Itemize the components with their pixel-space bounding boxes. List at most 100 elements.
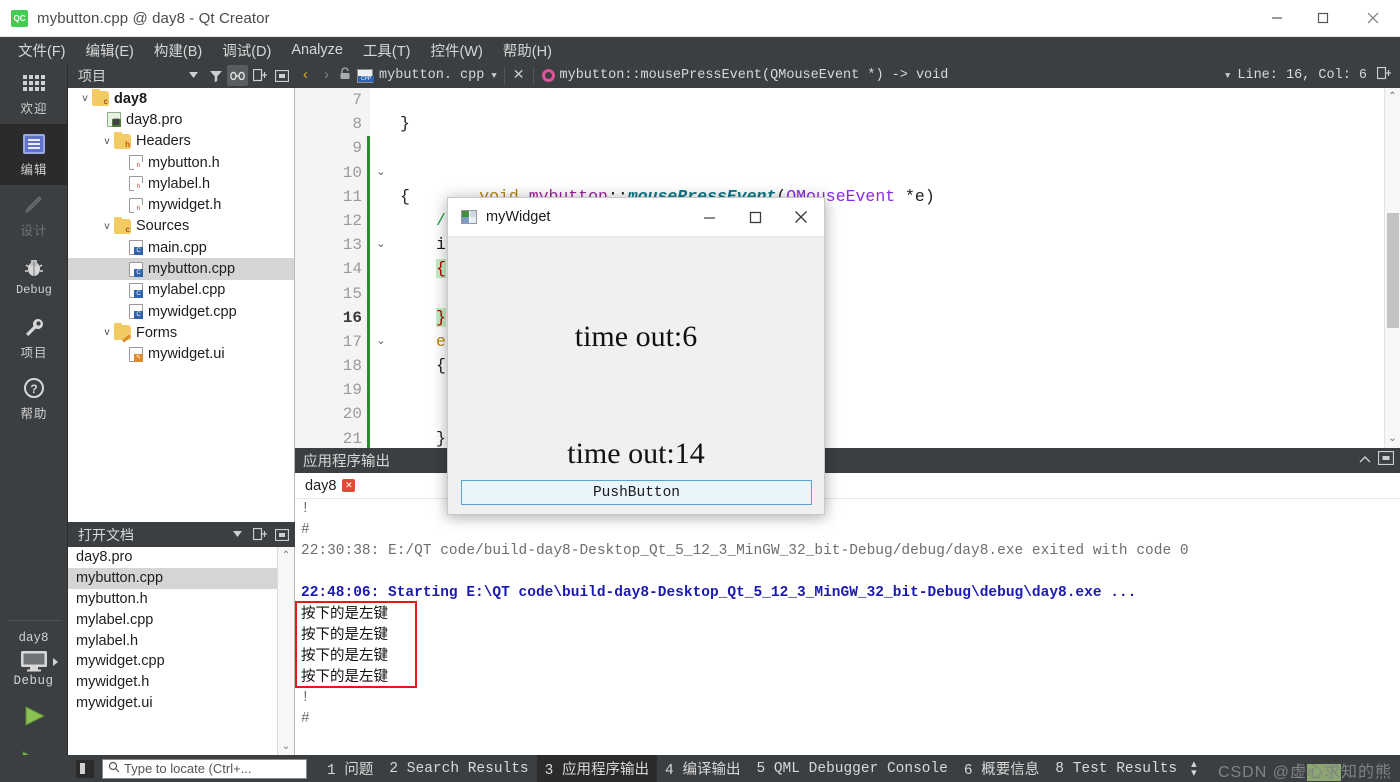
mode-design[interactable]: 设计 <box>0 185 68 246</box>
status-tab-search[interactable]: 2 Search Results <box>381 758 536 780</box>
tree-item-headers[interactable]: v Headers <box>68 131 294 152</box>
tree-item-mywidget-h[interactable]: h mywidget.h <box>68 194 294 215</box>
status-tab-app-output[interactable]: 3 应用程序输出 <box>536 755 658 782</box>
menu-window[interactable]: 控件(W) <box>420 38 492 63</box>
tree-item-sources[interactable]: v Sources <box>68 216 294 237</box>
filter-icon[interactable] <box>205 65 226 86</box>
navigate-back-icon[interactable]: ‹ <box>295 67 316 84</box>
output-pane-spinner-icon[interactable]: ▴ ▾ <box>1185 758 1197 778</box>
expand-all-icon[interactable] <box>249 65 270 86</box>
chevron-down-icon[interactable]: ▼ <box>1218 71 1237 81</box>
project-tree[interactable]: v day8 ⬛ day8.pro v Headers h mybutton.h… <box>68 88 295 522</box>
application-output-text[interactable]: ! # 22:30:38: E:/QT code/build-day8-Desk… <box>295 499 1400 755</box>
status-tab-test-results[interactable]: 8 Test Results <box>1047 758 1185 780</box>
close-icon[interactable] <box>1346 0 1400 37</box>
open-doc-item[interactable]: mylabel.cpp <box>68 609 278 630</box>
open-doc-item[interactable]: mybutton.h <box>68 589 278 610</box>
menu-help[interactable]: 帮助(H) <box>493 38 562 63</box>
tree-item-mywidget-ui[interactable]: ✎ mywidget.ui <box>68 344 294 365</box>
menu-debug[interactable]: 调试(D) <box>212 38 281 63</box>
chevron-down-icon[interactable] <box>183 65 204 86</box>
fold-toggle-icon[interactable]: ⌄ <box>374 233 388 257</box>
open-doc-item[interactable]: mywidget.cpp <box>68 651 278 672</box>
tree-item-mybutton-cpp[interactable]: C mybutton.cpp <box>68 258 294 280</box>
open-documents-list[interactable]: day8.pro mybutton.cpp mybutton.h mylabel… <box>68 547 295 755</box>
push-button[interactable]: PushButton <box>461 480 812 505</box>
mode-edit[interactable]: 编辑 <box>0 124 68 185</box>
status-tab-issues[interactable]: 1 问题 <box>319 755 381 782</box>
link-icon[interactable] <box>227 65 248 86</box>
close-tab-icon[interactable]: ✕ <box>342 479 356 492</box>
search-input[interactable]: Type to locate (Ctrl+... <box>102 758 307 779</box>
mode-projects[interactable]: 项目 <box>0 307 68 368</box>
tree-item-main-cpp[interactable]: C main.cpp <box>68 237 294 258</box>
scroll-down-icon[interactable]: ⌄ <box>1388 433 1396 445</box>
chevron-down-icon[interactable] <box>227 524 248 545</box>
line-number: 12 <box>342 211 362 230</box>
menu-edit[interactable]: 编辑(E) <box>76 38 144 63</box>
toggle-sidebar-icon[interactable] <box>76 759 94 778</box>
dialog-close-icon[interactable] <box>778 198 824 237</box>
editor-symbol-selector[interactable]: mybutton::mousePressEvent(QMouseEvent *)… <box>560 68 949 83</box>
output-line: 按下的是左键 <box>301 627 388 643</box>
chevron-down-icon[interactable]: v <box>100 221 114 232</box>
fold-toggle-icon[interactable]: ⌄ <box>374 330 388 354</box>
fold-toggle-icon[interactable]: ⌄ <box>374 161 388 185</box>
tree-item-mylabel-h[interactable]: h mylabel.h <box>68 173 294 194</box>
tree-item-mywidget-cpp[interactable]: C mywidget.cpp <box>68 301 294 322</box>
split-editor-icon[interactable] <box>1367 66 1400 85</box>
close-panel-icon[interactable] <box>271 524 292 545</box>
qt-creator-logo-icon: QC <box>11 9 28 27</box>
chevron-down-icon[interactable]: v <box>78 93 92 104</box>
menu-file[interactable]: 文件(F) <box>8 38 76 63</box>
scroll-up-icon[interactable]: ⌃ <box>1388 91 1396 103</box>
editor-file-name[interactable]: mybutton. cpp <box>379 68 484 83</box>
navigate-forward-icon[interactable]: › <box>316 67 337 84</box>
chevron-down-icon[interactable]: ▼ <box>484 71 503 81</box>
maximize-pane-icon[interactable] <box>1377 450 1395 470</box>
tree-item-label: Sources <box>136 218 190 235</box>
kit-selector[interactable]: day8 Debug <box>0 621 67 688</box>
menu-tools[interactable]: 工具(T) <box>353 38 421 63</box>
open-doc-item[interactable]: mybutton.cpp <box>68 567 278 589</box>
run-icon[interactable] <box>20 704 48 733</box>
open-documents-scrollbar[interactable]: ⌃ ⌄ <box>277 547 294 755</box>
tree-item-day8-pro[interactable]: ⬛ day8.pro <box>68 109 294 130</box>
chevron-down-icon[interactable]: v <box>100 136 114 147</box>
chevron-down-icon[interactable]: v <box>100 327 114 338</box>
status-tab-compile[interactable]: 4 编译输出 <box>657 755 748 782</box>
window-title: mybutton.cpp @ day8 - Qt Creator <box>37 9 270 27</box>
status-tab-qml-debugger[interactable]: 5 QML Debugger Console <box>748 758 955 780</box>
lock-icon[interactable] <box>339 66 351 85</box>
close-panel-icon[interactable] <box>271 65 292 86</box>
open-doc-item[interactable]: mywidget.h <box>68 672 278 693</box>
mode-welcome[interactable]: 欢迎 <box>0 63 68 124</box>
expand-all-icon[interactable] <box>249 524 270 545</box>
scroll-up-icon[interactable]: ⌃ <box>282 550 290 561</box>
menu-analyze[interactable]: Analyze <box>281 40 353 60</box>
mode-debug[interactable]: Debug <box>0 246 68 307</box>
tree-item-forms[interactable]: v Forms <box>68 322 294 343</box>
dialog-maximize-icon[interactable] <box>732 198 778 237</box>
tree-item-mybutton-h[interactable]: h mybutton.h <box>68 152 294 173</box>
maximize-icon[interactable] <box>1300 0 1346 37</box>
editor-scrollbar[interactable]: ⌃ ⌄ <box>1384 88 1400 448</box>
mywidget-dialog[interactable]: myWidget time out:6 time out:14 PushButt… <box>447 197 825 515</box>
tree-item-day8[interactable]: v day8 <box>68 88 294 109</box>
dialog-minimize-icon[interactable] <box>686 198 732 237</box>
open-doc-item[interactable]: mylabel.h <box>68 630 278 651</box>
line-number: 9 <box>352 139 362 158</box>
close-document-icon[interactable]: ✕ <box>505 67 533 84</box>
open-doc-item[interactable]: day8.pro <box>68 547 278 568</box>
menu-build[interactable]: 构建(B) <box>144 38 212 63</box>
collapse-icon[interactable] <box>1358 452 1372 470</box>
status-tab-summary[interactable]: 6 概要信息 <box>956 755 1047 782</box>
scroll-down-icon[interactable]: ⌄ <box>282 741 290 752</box>
open-doc-item[interactable]: mywidget.ui <box>68 693 278 714</box>
output-tab-day8[interactable]: day8 ✕ <box>295 473 365 499</box>
mode-help[interactable]: ? 帮助 <box>0 368 68 429</box>
tree-item-mylabel-cpp[interactable]: C mylabel.cpp <box>68 280 294 301</box>
scrollbar-thumb[interactable] <box>1387 213 1399 328</box>
minimize-icon[interactable] <box>1254 0 1300 37</box>
